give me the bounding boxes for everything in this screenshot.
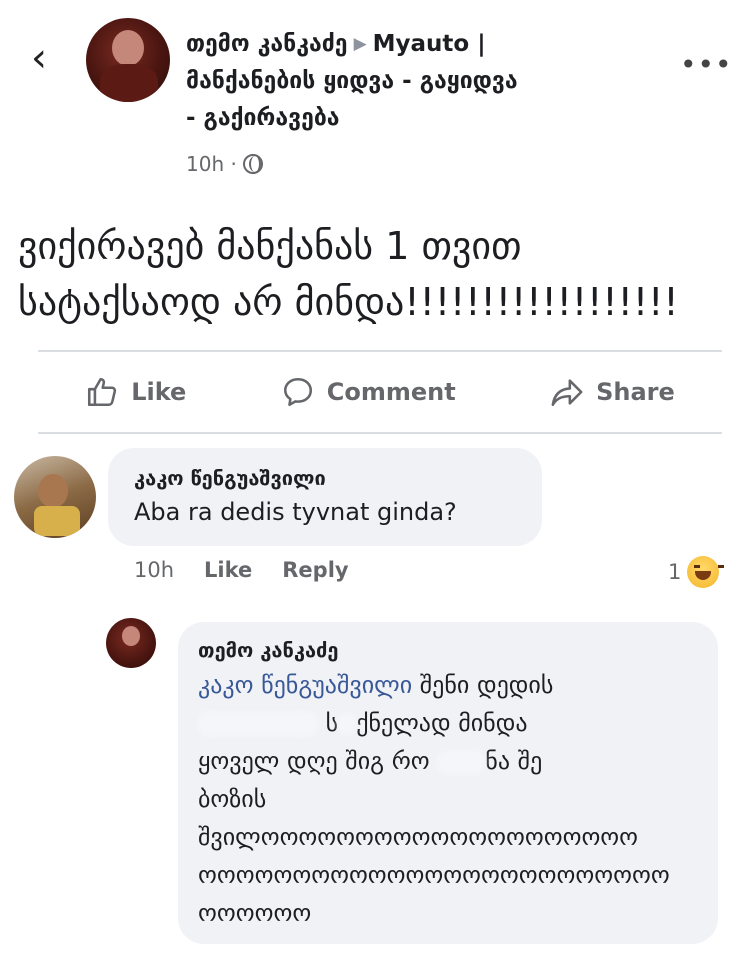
post-meta: 10h · <box>186 152 263 176</box>
mention-link[interactable]: კაკო წენგუაშვილი <box>198 671 412 699</box>
redacted-text <box>338 713 357 735</box>
post-time[interactable]: 10h · <box>186 152 237 176</box>
reply-text: შვილოოოოოოოოოოოოოოოოოოოო <box>198 823 639 851</box>
share-arrow-icon <box>551 379 583 407</box>
group-name[interactable]: Myauto | <box>373 31 486 57</box>
thumbs-up-icon <box>88 377 117 407</box>
reply-text: ყოველ დღე შიგ რო <box>198 747 430 775</box>
share-button[interactable]: Share <box>550 375 675 409</box>
share-label: Share <box>596 378 675 406</box>
reply-text: ოოოოოო <box>198 899 312 927</box>
commenter-avatar[interactable] <box>14 456 96 538</box>
more-options-icon[interactable]: ••• <box>680 48 733 81</box>
post-header: თემო კანკაძე ▶ Myauto | მანქანების ყიდვა -… <box>186 26 656 137</box>
group-name-cont2[interactable]: - გაქირავება <box>186 105 340 131</box>
reply-author[interactable]: თემო კანკაძე <box>198 634 698 666</box>
redacted-text <box>437 750 486 774</box>
comment-time[interactable]: 10h <box>134 558 174 582</box>
chevron-left-icon: ‹ <box>31 35 47 81</box>
comment-reply-button[interactable]: Reply <box>282 558 348 582</box>
reply-text: ს <box>325 709 339 737</box>
like-label: Like <box>131 378 187 406</box>
comment-label: Comment <box>326 378 456 406</box>
comment-like-button[interactable]: Like <box>204 558 252 582</box>
speech-bubble-icon <box>283 377 312 407</box>
reply-bubble: თემო კანკაძე კაკო წენგუაშვილი შენი დედის… <box>178 622 718 944</box>
back-button[interactable]: ‹ <box>24 38 54 78</box>
post-body: ვიქირავებ მანქანას 1 თვით სატაქსაოდ არ მ… <box>18 218 728 330</box>
author-name[interactable]: თემო კანკაძე <box>186 31 348 57</box>
reply-text: ოოოოოოოოოოოოოოოოოოოოოოოოო <box>198 861 670 889</box>
reply-text: შენი დედის <box>412 671 554 699</box>
comment-author[interactable]: კაკო წენგუაშვილი <box>134 462 516 494</box>
reply-author-avatar[interactable] <box>106 618 156 668</box>
post-text-line: სატაქსაოდ არ მინდა!!!!!!!!!!!!!!!!!! <box>18 280 679 324</box>
post-text-line: ვიქირავებ მანქანას 1 თვით <box>18 224 522 268</box>
comment-bubble: კაკო წენგუაშვილი Aba ra dedis tyvnat gin… <box>108 448 542 546</box>
post-actions: Like Comment Share <box>38 362 722 422</box>
haha-emoji-icon <box>687 556 725 588</box>
globe-icon <box>242 154 263 174</box>
author-avatar[interactable] <box>86 18 170 102</box>
reply-text: ქნელად მინდა <box>356 709 528 737</box>
comment-actions: 10h Like Reply <box>134 558 349 582</box>
reaction-summary[interactable]: 1 <box>668 556 725 588</box>
divider <box>38 350 722 352</box>
reaction-count: 1 <box>668 560 682 584</box>
reply-text: ბოზის <box>198 785 267 813</box>
comment-button[interactable]: Comment <box>281 375 456 409</box>
group-name-cont[interactable]: მანქანების ყიდვა - გაყიდვა <box>186 68 518 94</box>
reply-text: ნა შე <box>485 747 543 775</box>
divider <box>38 432 722 434</box>
comment-text: Aba ra dedis tyvnat ginda? <box>134 498 457 526</box>
triangle-right-icon: ▶ <box>353 34 367 54</box>
redacted-text <box>198 711 318 737</box>
like-button[interactable]: Like <box>85 375 186 409</box>
